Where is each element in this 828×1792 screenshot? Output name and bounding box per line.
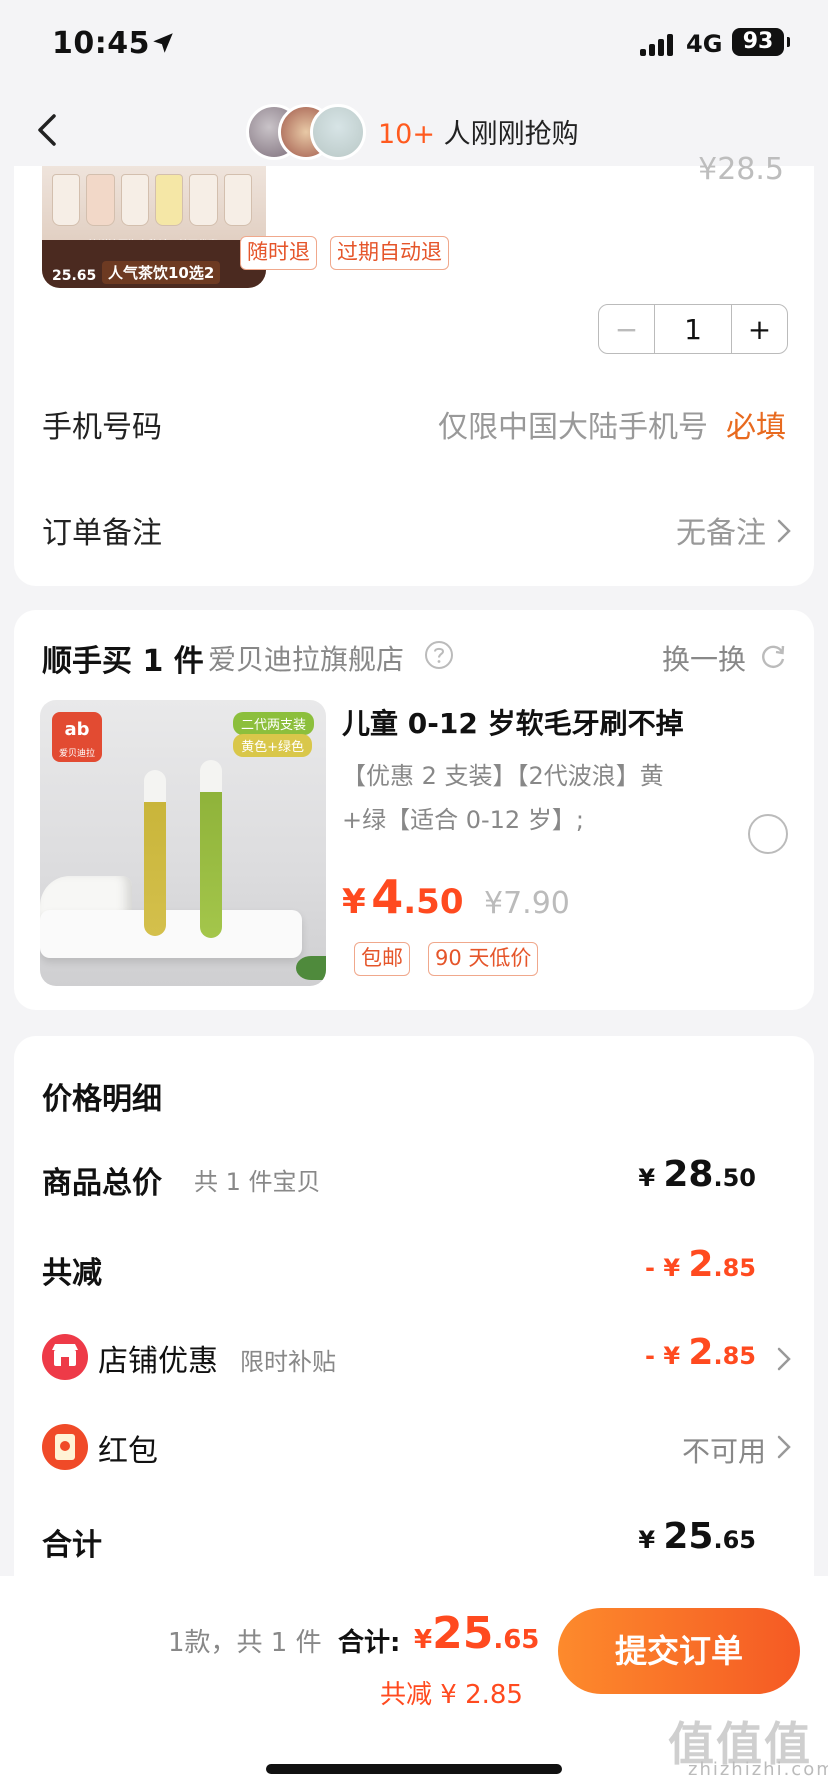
buyer-avatars [246,104,376,160]
goods-count: 共 1 件宝贝 [194,1168,321,1196]
refund-anytime-tag: 随时退 [240,236,317,270]
toothbrush-image[interactable]: ab 爱贝迪拉 二代两支装 黄色+绿色 [40,700,326,986]
total-label: 合计 [42,1528,102,1563]
quantity-value[interactable]: 1 [655,305,731,353]
recent-buyers-count: 10+ [378,119,435,150]
chevron-right-icon[interactable] [776,1346,792,1372]
home-indicator[interactable] [266,1764,562,1774]
green-toothbrush [200,760,222,938]
image-badge: 黄色+绿色 [233,734,312,757]
swap-button[interactable]: 换一换 [662,638,746,678]
network-type: 4G [686,30,723,58]
status-time: 10:45 [52,26,150,61]
cellular-signal-icon [640,32,674,56]
addon-product-title[interactable]: 儿童 0-12 岁软毛牙刷不掉 [342,702,684,742]
thumbnail-badge: 人气茶饮10选2 [102,261,221,284]
increase-button[interactable]: + [731,305,787,353]
bottom-saved-amount: 共减 ¥ 2.85 [380,1680,523,1710]
addon-price: ¥ 4.50 [342,870,464,924]
red-packet-label: 红包 [98,1434,158,1469]
auto-refund-tag: 过期自动退 [330,236,449,270]
price-detail-card: 价格明细 商品总价 共 1 件宝贝 ¥ 28.50 共减 - ¥ 2.85 店铺… [14,1036,814,1576]
shop-discount-label: 店铺优惠 [98,1344,218,1379]
item-count: 1款，共 1 件 [168,1628,322,1658]
help-icon[interactable] [424,640,454,670]
addon-product-desc: 【优惠 2 支装】【2代波浪】黄 [342,762,664,790]
shop-discount-sub: 限时补贴 [240,1348,336,1376]
addon-card: 顺手买 1 件 爱贝迪拉旗舰店 换一换 ab 爱贝迪拉 二代两支装 黄色+绿色 儿… [14,610,814,1010]
total-amount: ¥ 25.65 [638,1516,756,1557]
addon-title: 顺手买 1 件 [42,644,204,679]
addon-shop-name[interactable]: 爱贝迪拉旗舰店 [208,638,404,678]
product-image-cups [52,174,252,226]
phone-input[interactable]: 仅限中国大陆手机号 [438,402,708,446]
recent-buyers-label: 人刚刚抢购 [434,119,579,150]
refresh-icon[interactable] [758,642,788,672]
remark-label: 订单备注 [42,516,162,551]
thumbnail-price: 25.65 [52,268,97,284]
shop-discount-amount[interactable]: - ¥ 2.85 [645,1332,756,1373]
chevron-right-icon[interactable] [776,518,792,544]
status-bar: 10:45 4G 93 [0,0,828,96]
addon-product-desc: +绿【适合 0-12 岁】; [342,806,584,834]
recent-buyers-text: 10+ 人刚刚抢购 [378,112,579,151]
product-thumbnail[interactable]: 下拉详情页淘宝秒杀下单更优惠 25.65 人气茶饮10选2 [42,166,266,288]
bottom-total-label: 合计: [338,1628,401,1658]
yellow-toothbrush [144,770,166,936]
location-arrow-icon [153,33,173,53]
checkout-bar: 1款，共 1 件 合计: ¥25.65 共减 ¥ 2.85 提交订单 值值值 zh… [0,1576,828,1792]
goods-total-amount: ¥ 28.50 [638,1154,756,1195]
image-badge: 二代两支装 [232,712,314,735]
addon-original-price: ¥7.90 [484,886,570,921]
phone-label: 手机号码 [42,410,162,445]
quantity-stepper: − 1 + [598,304,788,354]
order-card: 下拉详情页淘宝秒杀下单更优惠 25.65 人气茶饮10选2 ¥28.5 随时退 … [14,152,814,586]
discount-amount: - ¥ 2.85 [645,1244,756,1285]
red-packet-icon [42,1424,88,1470]
goods-total-label: 商品总价 [42,1166,162,1201]
remark-value[interactable]: 无备注 [676,508,766,552]
watermark: 值值值 zhizhizhi.com [668,1717,828,1780]
chevron-right-icon[interactable] [776,1434,792,1460]
original-price: ¥28.5 [698,152,784,187]
plant-shape [296,956,326,980]
low-price-tag: 90 天低价 [428,942,539,976]
tray-shape [40,910,302,958]
shop-icon [42,1334,88,1380]
back-chevron-icon[interactable] [28,110,68,150]
avatar [310,104,366,160]
price-detail-title: 价格明细 [42,1082,162,1117]
free-shipping-tag: 包邮 [354,942,410,976]
bottom-total-amount: ¥25.65 [414,1608,540,1659]
phone-required-mark: 必填 [726,410,786,445]
battery-icon: 93 [732,28,790,56]
addon-select-radio[interactable] [748,814,788,854]
decrease-button[interactable]: − [599,305,655,353]
submit-order-button[interactable]: 提交订单 [558,1608,800,1694]
brand-logo: ab 爱贝迪拉 [52,712,102,762]
red-packet-status[interactable]: 不可用 [682,1430,766,1470]
discount-label: 共减 [42,1256,102,1291]
